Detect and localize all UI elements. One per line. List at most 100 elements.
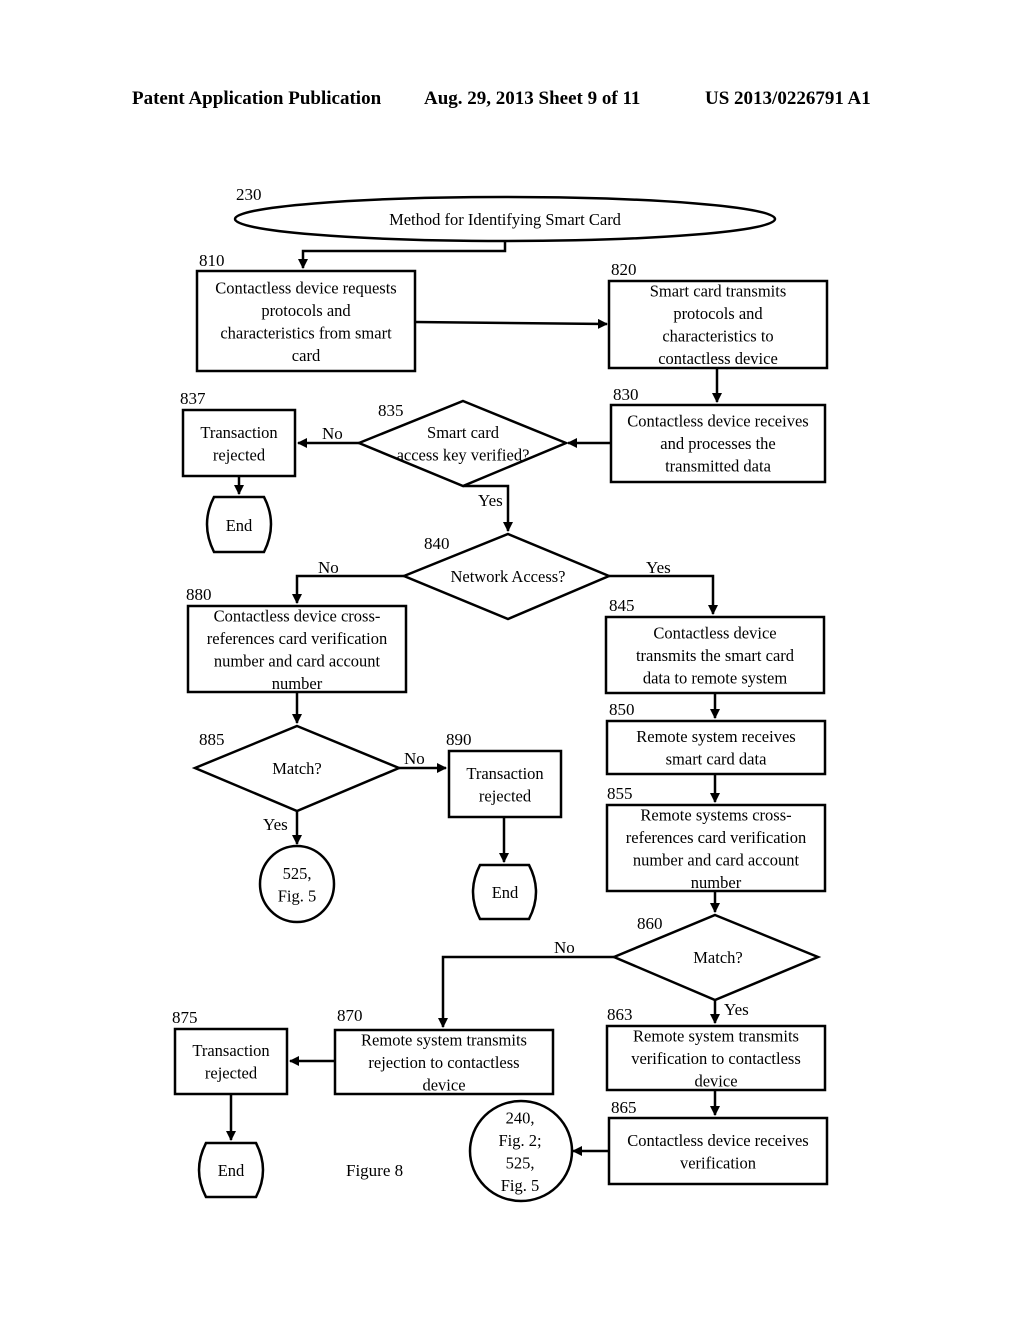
node-label-line: Contactless device receives xyxy=(627,1131,808,1150)
node-label-line: protocols and xyxy=(673,304,763,323)
node-label-line: 240, xyxy=(506,1108,535,1127)
node-ref: 863 xyxy=(607,1005,633,1024)
node-ref: 890 xyxy=(446,730,472,749)
node-label-line: Transaction xyxy=(192,1041,269,1060)
node-label-line: Network Access? xyxy=(450,567,565,586)
node-ref: 855 xyxy=(607,784,633,803)
edge-label-840-yes: Yes xyxy=(646,558,671,577)
node-865-process: 865 Contactless device receives verificat… xyxy=(607,1098,829,1186)
node-label-line: Fig. 2; xyxy=(498,1131,541,1150)
node-label-line: rejected xyxy=(213,445,266,464)
node-label-line: smart card data xyxy=(666,749,767,768)
node-875-process: 875 Transaction rejected xyxy=(172,1008,289,1096)
node-label-line: Smart card transmits xyxy=(650,281,787,300)
node-label-line: Contactless device cross- xyxy=(214,606,381,625)
node-837-process: 837 Transaction rejected xyxy=(180,389,297,478)
node-label-line: references card verification xyxy=(626,828,806,847)
node-label-line: references card verification xyxy=(207,629,387,648)
edge-label-840-no: No xyxy=(318,558,339,577)
node-label-line: Fig. 5 xyxy=(278,886,317,905)
node-label: Match? xyxy=(272,759,321,778)
node-ref: 880 xyxy=(186,585,212,604)
node-label-line: Match? xyxy=(693,948,742,967)
node-end-837: End xyxy=(205,495,273,554)
edge-230-810 xyxy=(298,241,507,269)
node-ref: 810 xyxy=(199,251,225,270)
node-label-line: characteristics from smart xyxy=(220,323,392,342)
node-label-line: Fig. 5 xyxy=(501,1176,540,1195)
node-label-line: Contactless device xyxy=(653,624,776,643)
node-label-line: 525, xyxy=(283,864,312,883)
flowchart: No Yes No Yes No Yes No Yes 230 Method f… xyxy=(172,185,829,1203)
node-845-process: 845 Contactless device transmits the smar… xyxy=(604,596,826,695)
node-label-line: contactless device xyxy=(658,349,778,368)
node-label-line: transmitted data xyxy=(665,457,772,476)
connector-240-fig2-525-fig5: 240, Fig. 2; 525, Fig. 5 xyxy=(468,1099,574,1203)
node-885-decision: 885 Match? xyxy=(191,724,403,813)
node-label-line: device xyxy=(422,1076,465,1095)
node-label-line: Remote system transmits xyxy=(633,1027,799,1046)
edge-840-880 xyxy=(292,574,404,604)
node-label-line: Method for Identifying Smart Card xyxy=(389,210,622,229)
connector-525-fig5: 525, Fig. 5 xyxy=(258,844,336,924)
node-820-process: 820 Smart card transmits protocols and cha… xyxy=(607,260,829,370)
node-label-line: Remote systems cross- xyxy=(640,805,791,824)
node-label-line: number xyxy=(272,674,323,693)
node-label-line: protocols and xyxy=(261,301,351,320)
node-840-decision: 840 Network Access? xyxy=(400,532,613,621)
node-label: End xyxy=(226,516,253,535)
node-label-line: access key verified? xyxy=(397,445,530,464)
node-ref: 820 xyxy=(611,260,637,279)
node-ref: 870 xyxy=(337,1006,363,1025)
nodes: 230 Method for Identifying Smart Card 81… xyxy=(172,185,829,1203)
node-label: Contactless device transmits the smart ca… xyxy=(636,624,795,688)
edge-label-885-yes: Yes xyxy=(263,815,288,834)
edge-label-885-no: No xyxy=(404,749,425,768)
node-end-890: End xyxy=(471,863,538,921)
edge-860-870 xyxy=(438,955,614,1028)
node-label: Network Access? xyxy=(450,567,565,586)
node-label-line: data to remote system xyxy=(643,669,788,688)
node-label-line: Smart card xyxy=(427,423,500,442)
edges xyxy=(226,241,722,1156)
node-label-line: verification to contactless xyxy=(631,1049,801,1068)
node-ref: 835 xyxy=(378,401,404,420)
node-label-line: device xyxy=(694,1072,737,1091)
node-label-line: Contactless device receives xyxy=(627,412,808,431)
node-ref: 875 xyxy=(172,1008,198,1027)
node-860-decision: 860 Match? xyxy=(610,913,822,1002)
node-890-process: 890 Transaction rejected xyxy=(446,730,563,819)
node-label-line: Transaction xyxy=(466,764,543,783)
edge-label-835-no: No xyxy=(322,424,343,443)
node-label-line: rejected xyxy=(205,1063,258,1082)
node-label-line: Match? xyxy=(272,759,321,778)
node-label-line: verification xyxy=(680,1153,756,1172)
node-ref: 840 xyxy=(424,534,450,553)
node-ref: 885 xyxy=(199,730,225,749)
edge-label-860-yes: Yes xyxy=(724,1000,749,1019)
node-835-decision: 835 Smart card access key verified? xyxy=(355,399,570,488)
node-label-line: Remote system transmits xyxy=(361,1031,527,1050)
process-box xyxy=(173,1027,289,1096)
node-label: End xyxy=(218,1161,245,1180)
node-label-line: End xyxy=(226,516,253,535)
node-label: Method for Identifying Smart Card xyxy=(389,210,622,229)
node-ref: 845 xyxy=(609,596,635,615)
node-label-line: 525, xyxy=(506,1153,535,1172)
node-810-process: 810 Contactless device requests protocols… xyxy=(195,251,417,373)
edge-label-835-yes: Yes xyxy=(478,491,503,510)
node-ref: 860 xyxy=(637,914,663,933)
node-label-line: End xyxy=(492,883,519,902)
offpage-connector xyxy=(258,844,336,924)
node-label-line: Transaction xyxy=(200,423,277,442)
node-ref: 830 xyxy=(613,385,639,404)
node-label-line: transmits the smart card xyxy=(636,646,795,665)
node-label-line: number and card account xyxy=(214,651,381,670)
process-box xyxy=(181,408,297,478)
node-label-line: Contactless device requests xyxy=(215,278,396,297)
figure-caption: Figure 8 xyxy=(346,1161,403,1180)
node-label-line: card xyxy=(292,346,321,365)
process-box xyxy=(607,1116,829,1186)
node-label-line: Remote system receives xyxy=(636,727,795,746)
process-box xyxy=(447,749,563,819)
